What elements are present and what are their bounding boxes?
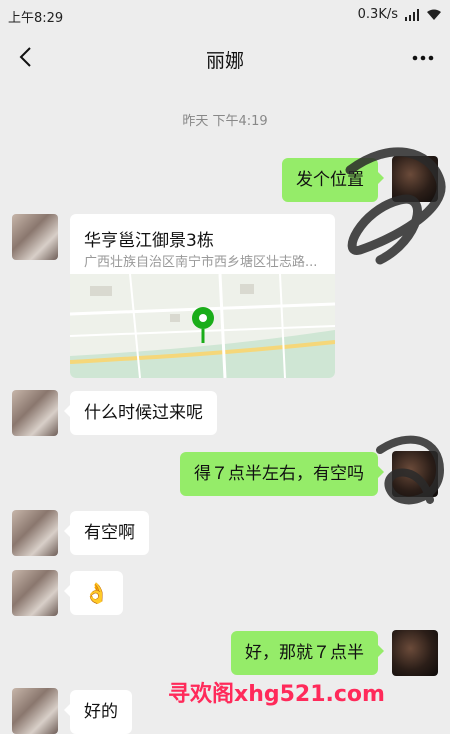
avatar-self[interactable] xyxy=(392,630,438,676)
avatar-contact[interactable] xyxy=(12,688,58,734)
status-bar: 上午8:29 0.3K/s xyxy=(0,0,450,30)
signal-icon xyxy=(405,8,419,21)
status-right: 0.3K/s xyxy=(358,7,442,22)
avatar-contact[interactable] xyxy=(12,510,58,556)
message-bubble-sent[interactable]: 好，那就７点半 xyxy=(231,631,384,675)
avatar-self[interactable] xyxy=(392,156,438,202)
status-time: 上午8:29 xyxy=(8,11,64,26)
avatar-self[interactable] xyxy=(392,451,438,497)
message-timestamp: 昨天 下午4:19 xyxy=(182,114,268,129)
message-bubble-received[interactable]: 好的 xyxy=(64,690,132,734)
wifi-icon xyxy=(427,9,441,20)
network-speed: 0.3K/s xyxy=(357,7,398,22)
message-bubble-received[interactable]: 什么时候过来呢 xyxy=(64,391,217,435)
avatar-contact[interactable] xyxy=(12,214,58,260)
avatar-contact[interactable] xyxy=(12,570,58,616)
chat-header: 丽娜 xyxy=(0,30,450,86)
message-bubble-sent[interactable]: 发个位置 xyxy=(282,158,384,202)
message-bubble-sent[interactable]: 得７点半左右，有空吗 xyxy=(180,452,384,496)
chat-title: 丽娜 xyxy=(205,50,244,72)
map-thumbnail xyxy=(70,274,335,378)
avatar-contact[interactable] xyxy=(12,390,58,436)
watermark: 寻欢阁xhg521.com xyxy=(168,682,385,707)
message-bubble-received[interactable]: 有空啊 xyxy=(64,511,149,555)
ok-hand-emoji-bubble[interactable]: 👌 xyxy=(64,571,123,615)
location-card[interactable]: 华亨邕江御景3栋 广西壮族自治区南宁市西乡塘区壮志路... xyxy=(70,214,335,378)
location-address: 广西壮族自治区南宁市西乡塘区壮志路... xyxy=(84,255,318,270)
more-options-icon[interactable] xyxy=(410,48,436,68)
location-name: 华亨邕江御景3栋 xyxy=(84,231,214,251)
